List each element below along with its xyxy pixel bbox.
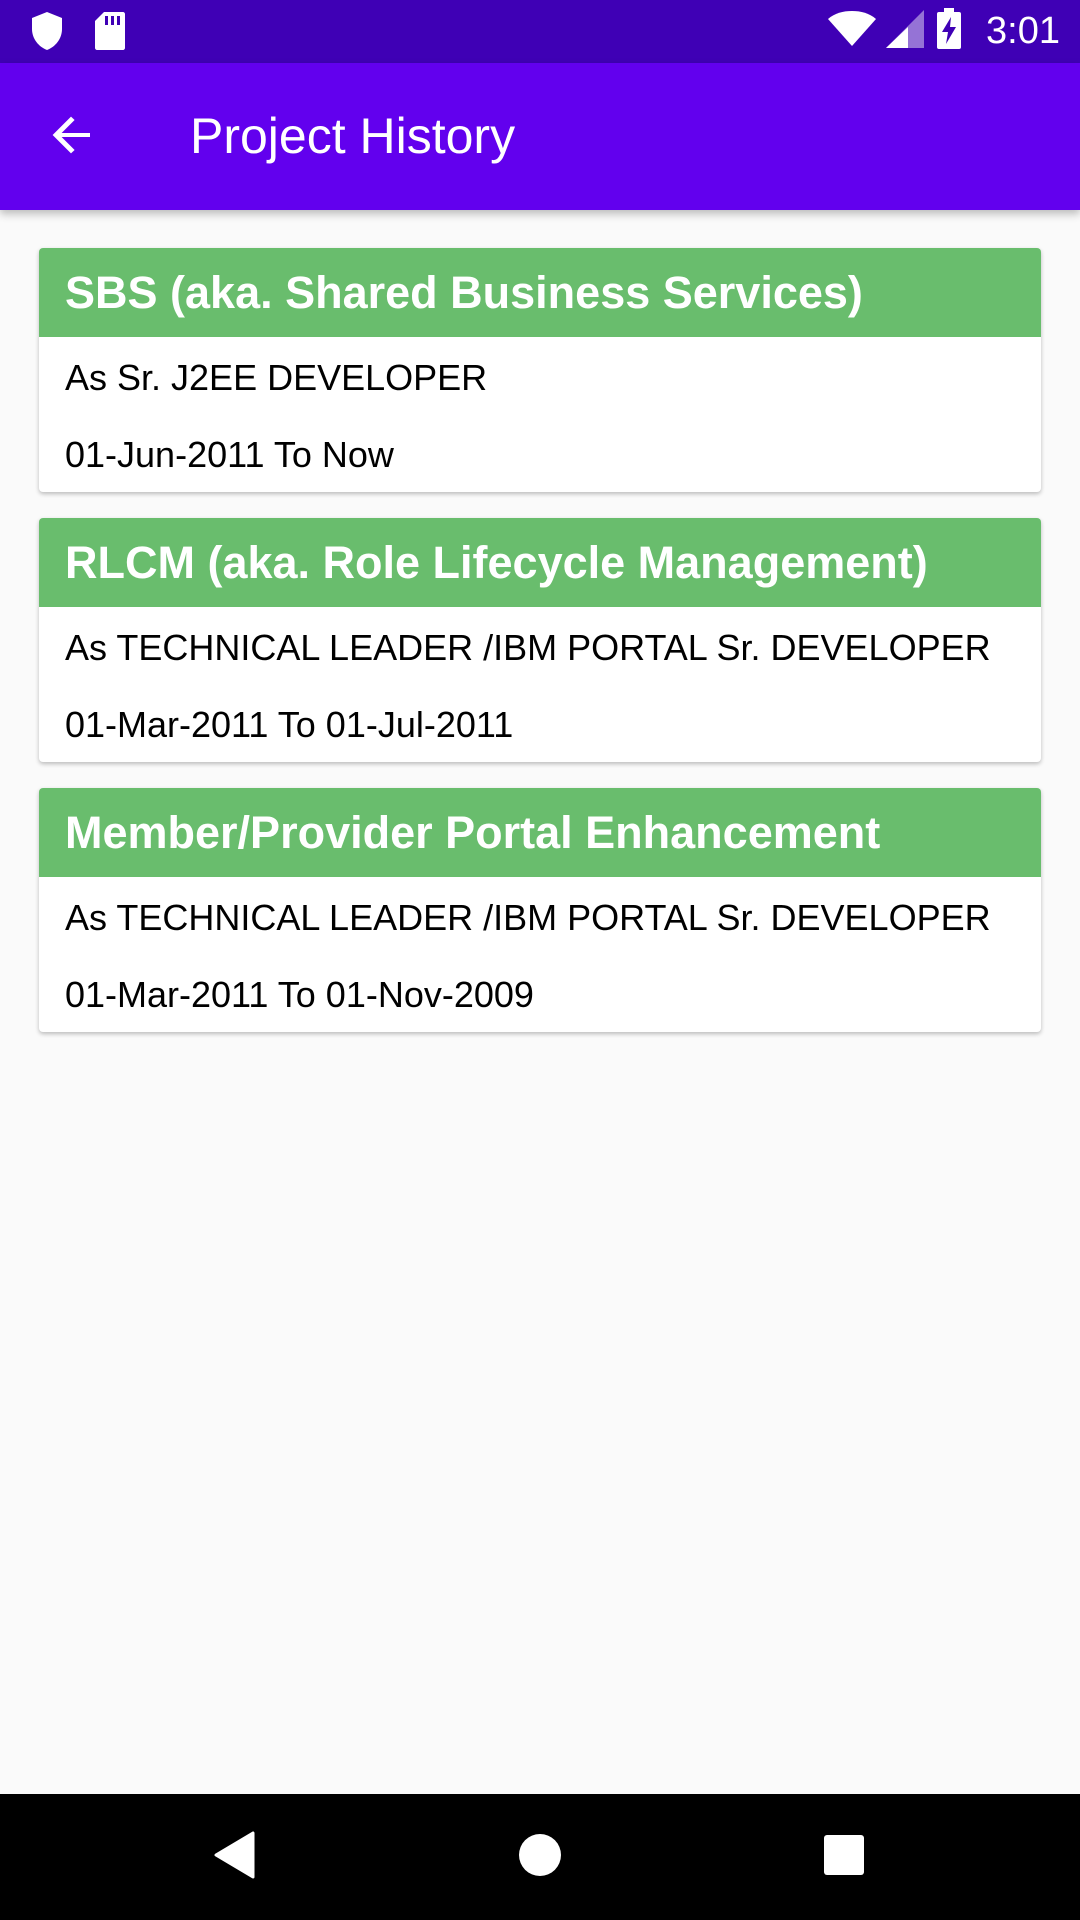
project-card-body: As TECHNICAL LEADER /IBM PORTAL Sr. DEVE… [39,607,1041,762]
project-card[interactable]: Member/Provider Portal Enhancement As TE… [39,788,1041,1032]
recents-square-icon [823,1834,865,1881]
project-period: 01-Mar-2011 To 01-Nov-2009 [65,974,534,1015]
battery-charging-icon [936,8,962,55]
project-period: 01-Jun-2011 To Now [65,434,394,475]
project-role: As TECHNICAL LEADER /IBM PORTAL Sr. DEVE… [65,897,991,938]
project-card[interactable]: RLCM (aka. Role Lifecycle Management) As… [39,518,1041,762]
project-title: RLCM (aka. Role Lifecycle Management) [39,518,1041,607]
status-bar: 3:01 [0,0,1080,63]
project-title: Member/Provider Portal Enhancement [39,788,1041,877]
project-role: As Sr. J2EE DEVELOPER [65,357,488,398]
nav-back-button[interactable] [193,1815,277,1899]
shield-icon [30,11,64,56]
page-title: Project History [190,108,516,164]
home-circle-icon [518,1833,562,1882]
nav-recents-button[interactable] [802,1815,886,1899]
arrow-back-icon [48,111,96,164]
project-card[interactable]: SBS (aka. Shared Business Services) As S… [39,248,1041,492]
app-bar: Project History [0,63,1080,210]
status-right-icons: 3:01 [828,0,1060,63]
signal-icon [886,10,926,53]
sd-card-icon [94,11,126,56]
wifi-icon [828,11,877,52]
status-left-icons [30,11,126,56]
project-list: SBS (aka. Shared Business Services) As S… [39,248,1041,1058]
back-triangle-icon [213,1831,257,1884]
back-button[interactable] [30,95,114,179]
project-title: SBS (aka. Shared Business Services) [39,248,1041,337]
project-card-body: As Sr. J2EE DEVELOPER 01-Jun-2011 To Now [39,337,1041,492]
project-period: 01-Mar-2011 To 01-Jul-2011 [65,704,514,745]
nav-home-button[interactable] [498,1815,582,1899]
project-card-body: As TECHNICAL LEADER /IBM PORTAL Sr. DEVE… [39,877,1041,1032]
project-role: As TECHNICAL LEADER /IBM PORTAL Sr. DEVE… [65,627,991,668]
status-clock: 3:01 [986,10,1060,52]
navigation-bar [0,1794,1080,1920]
